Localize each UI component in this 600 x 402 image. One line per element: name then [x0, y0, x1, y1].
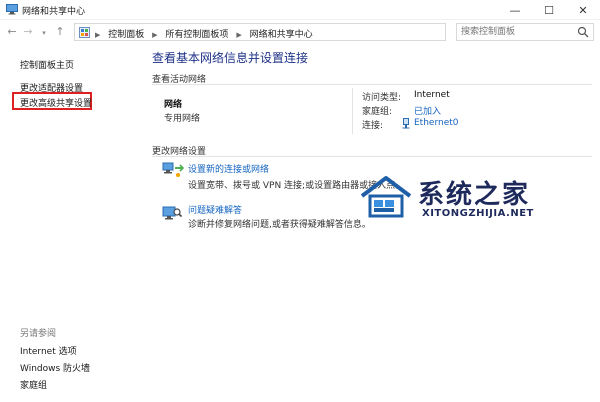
divider [152, 156, 592, 157]
ethernet-icon [402, 118, 410, 129]
breadcrumb-chevron-icon[interactable]: ▶ [236, 31, 241, 39]
breadcrumb-item-control-panel[interactable]: 控制面板 [108, 30, 144, 40]
divider [152, 84, 592, 85]
breadcrumb-item-network-center[interactable]: 网络和共享中心 [250, 30, 313, 40]
recent-locations-chevron-icon[interactable]: ▾ [38, 26, 50, 40]
sidebar-item-windows-firewall[interactable]: Windows 防火墙 [20, 361, 90, 374]
watermark: 系统之家 XITONGZHIJIA.NET [358, 170, 590, 224]
sidebar-item-internet-options[interactable]: Internet 选项 [20, 344, 77, 357]
troubleshoot-icon [162, 206, 182, 220]
address-field[interactable]: ▶ 控制面板 ▶ 所有控制面板项 ▶ 网络和共享中心 ▾ ↻ [74, 23, 516, 41]
homegroup-label: 家庭组: [362, 107, 393, 117]
forward-arrow-icon[interactable]: → [22, 25, 34, 39]
watermark-text: 系统之家 [418, 180, 531, 210]
search-input[interactable] [461, 26, 571, 38]
ethernet-connection-link[interactable]: Ethernet0 [414, 118, 459, 128]
window-title: 网络和共享中心 [22, 7, 86, 17]
network-type: 专用网络 [164, 114, 201, 124]
access-type-value: Internet [414, 90, 450, 100]
search-field[interactable] [456, 23, 594, 41]
breadcrumb-chevron-icon[interactable]: ▶ [152, 31, 157, 39]
sidebar-item-control-panel-home[interactable]: 控制面板主页 [20, 58, 74, 71]
breadcrumb-chevron-icon: ▶ [95, 31, 101, 39]
homegroup-link[interactable]: 已加入 [414, 104, 441, 117]
control-panel-icon [79, 27, 90, 38]
watermark-url: XITONGZHIJIA.NET [422, 208, 534, 219]
sidebar-item-homegroup[interactable]: 家庭组 [20, 378, 47, 391]
breadcrumb-item-all-items[interactable]: 所有控制面板项 [165, 30, 228, 40]
address-bar: ← → ▾ ↑ ▶ 控制面板 ▶ 所有控制面板项 ▶ 网络和共享中心 ▾ ↻ [0, 21, 600, 43]
new-connection-icon [162, 162, 184, 177]
close-button[interactable]: ✕ [566, 0, 600, 20]
see-also-heading: 另请参阅 [20, 329, 57, 339]
page-title: 查看基本网络信息并设置连接 [152, 51, 309, 65]
house-logo-icon [360, 176, 412, 218]
back-arrow-icon[interactable]: ← [6, 25, 18, 39]
network-center-icon [6, 4, 18, 15]
network-name: 网络 [164, 100, 183, 110]
maximize-button[interactable]: ☐ [532, 0, 566, 20]
title-bar: 网络和共享中心 — ☐ ✕ [0, 0, 600, 20]
minimize-button[interactable]: — [498, 0, 532, 20]
breadcrumb: ▶ 控制面板 ▶ 所有控制面板项 ▶ 网络和共享中心 [95, 27, 313, 40]
sidebar-item-advanced-sharing-settings[interactable]: 更改高级共享设置 [20, 96, 92, 109]
divider [352, 88, 353, 134]
troubleshoot-problems-description: 诊断并修复网络问题,或者获得疑难解答信息。 [188, 220, 371, 230]
connections-label: 连接: [362, 121, 384, 131]
search-icon[interactable] [577, 26, 589, 38]
sidebar: 控制面板主页 更改适配器设置 更改高级共享设置 另请参阅 Internet 选项… [0, 44, 140, 402]
setup-new-connection-link[interactable]: 设置新的连接或网络 [188, 162, 269, 175]
troubleshoot-problems-link[interactable]: 问题疑难解答 [188, 203, 242, 216]
up-arrow-icon[interactable]: ↑ [54, 25, 66, 39]
access-type-label: 访问类型: [362, 93, 402, 103]
